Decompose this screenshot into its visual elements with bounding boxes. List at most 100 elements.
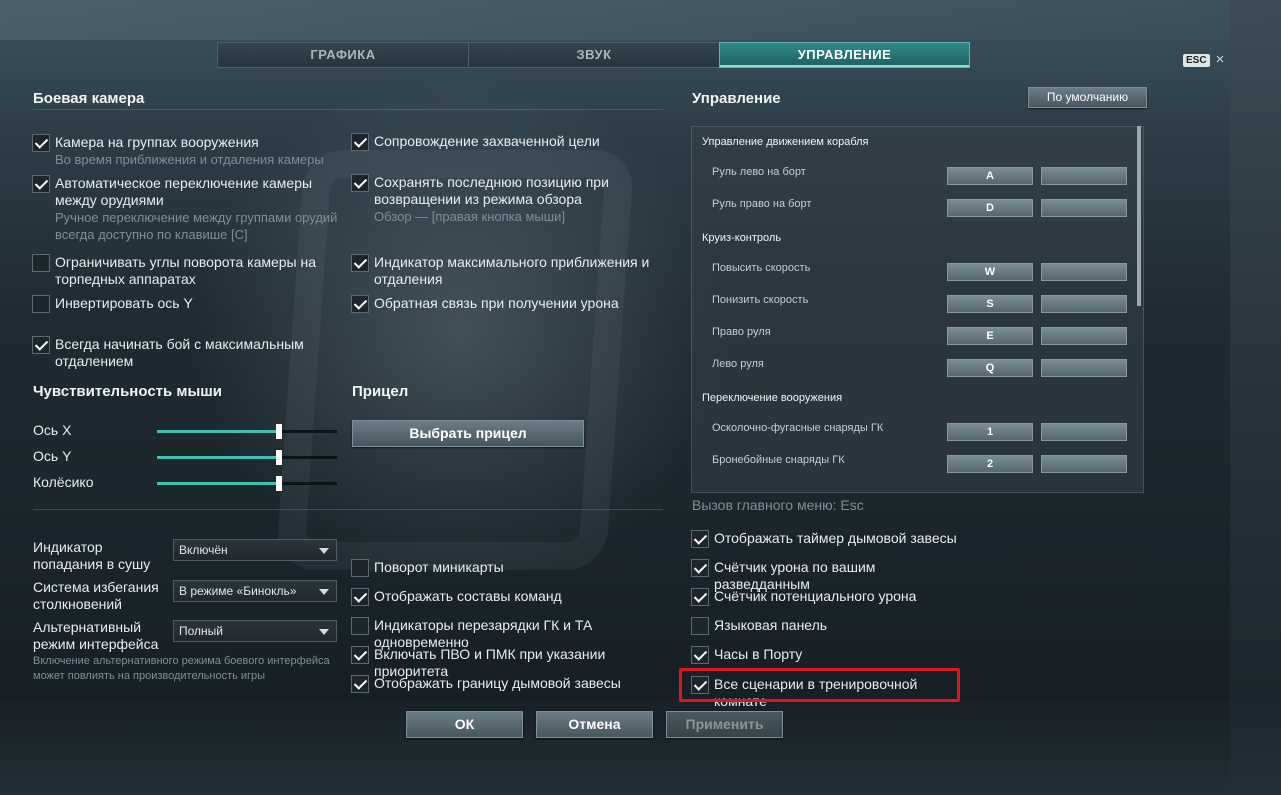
checkbox-box[interactable] — [691, 676, 709, 694]
dropdown-collision-avoidance[interactable]: В режиме «Бинокль» — [173, 580, 337, 602]
primary-key-button[interactable]: D — [947, 199, 1033, 217]
checkbox-box[interactable] — [351, 254, 369, 272]
checkbox-save-last-position[interactable]: Сохранять последнюю позицию при возвраще… — [351, 174, 651, 225]
slider-track[interactable] — [157, 450, 337, 465]
checkbox-box[interactable] — [32, 175, 50, 193]
checkbox-label: Индикатор максимального приближения и от… — [374, 254, 650, 287]
checkbox-smoke-timer[interactable]: Отображать таймер дымовой завесы — [691, 530, 971, 548]
checkbox-hint: Обзор — [правая кнопка мыши] — [374, 209, 566, 224]
checkbox-track-target[interactable]: Сопровождение захваченной цели — [351, 133, 651, 151]
checkbox-box[interactable] — [691, 617, 709, 635]
checkbox-language-bar[interactable]: Языковая панель — [691, 617, 971, 635]
checkbox-camera-weapon-groups[interactable]: Камера на группах вооружения Во время при… — [32, 134, 342, 168]
primary-key-button[interactable]: E — [947, 327, 1033, 345]
checkbox-box[interactable] — [691, 559, 709, 577]
checkbox-auto-switch-camera[interactable]: Автоматическое переключение камеры между… — [32, 175, 342, 243]
slider-thumb[interactable] — [276, 476, 283, 491]
slider-label: Колёсико — [33, 474, 94, 490]
checkbox-box[interactable] — [351, 295, 369, 313]
chevron-down-icon — [319, 629, 329, 635]
keybind-row: Осколочно-фугасные снаряды ГК 1 — [692, 415, 1132, 447]
checkbox-box[interactable] — [691, 646, 709, 664]
checkbox-label: Часы в Порту — [714, 646, 803, 662]
checkbox-box[interactable] — [691, 530, 709, 548]
checkbox-box[interactable] — [351, 559, 369, 577]
secondary-key-button[interactable] — [1041, 263, 1127, 281]
primary-key-button[interactable]: 2 — [947, 455, 1033, 473]
tab-controls[interactable]: УПРАВЛЕНИЕ — [719, 42, 970, 68]
primary-key-button[interactable]: S — [947, 295, 1033, 313]
checkbox-box[interactable] — [351, 133, 369, 151]
checkbox-box[interactable] — [351, 174, 369, 192]
secondary-key-button[interactable] — [1041, 455, 1127, 473]
checkbox-port-clock[interactable]: Часы в Порту — [691, 646, 971, 664]
dropdown-alt-interface[interactable]: Полный — [173, 620, 337, 642]
secondary-key-button[interactable] — [1041, 199, 1127, 217]
checkbox-invert-y[interactable]: Инвертировать ось Y — [32, 295, 342, 313]
slider-track[interactable] — [157, 476, 337, 491]
secondary-key-button[interactable] — [1041, 167, 1127, 185]
keybind-name: Лево руля — [712, 358, 764, 370]
slider-axis-x[interactable]: Ось X — [33, 421, 343, 441]
close-icon[interactable]: × — [1216, 52, 1225, 67]
background-right-panel — [1230, 0, 1281, 795]
checkbox-minimap-rotation[interactable]: Поворот миникарты — [351, 559, 676, 577]
secondary-key-button[interactable] — [1041, 327, 1127, 345]
section-divider — [33, 509, 663, 510]
primary-key-button[interactable]: A — [947, 167, 1033, 185]
secondary-key-button[interactable] — [1041, 295, 1127, 313]
keybind-scrollbar[interactable] — [1137, 126, 1141, 306]
keybind-row: Право руля E — [692, 319, 1132, 351]
dropdown-label: Система избегания столкновений — [33, 579, 159, 612]
checkbox-limit-torpedo-camera[interactable]: Ограничивать углы поворота камеры на тор… — [32, 254, 342, 288]
checkbox-damage-feedback[interactable]: Обратная связь при получении урона — [351, 295, 651, 313]
keybind-row: Повысить скорость W — [692, 255, 1132, 287]
dropdown-ground-hit-indicator[interactable]: Включён — [173, 539, 337, 561]
secondary-key-button[interactable] — [1041, 359, 1127, 377]
slider-thumb[interactable] — [276, 450, 283, 465]
slider-thumb[interactable] — [276, 424, 283, 439]
slider-wheel[interactable]: Колёсико — [33, 473, 343, 493]
checkbox-box[interactable] — [32, 336, 50, 354]
slider-track[interactable] — [157, 424, 337, 439]
tab-sound[interactable]: ЗВУК — [468, 42, 719, 68]
checkbox-box[interactable] — [351, 588, 369, 606]
dropdown-value: Включён — [179, 543, 228, 557]
esc-key-badge: ESC — [1183, 53, 1210, 67]
reset-defaults-button[interactable]: По умолчанию — [1028, 87, 1147, 108]
primary-key-button[interactable]: W — [947, 263, 1033, 281]
checkbox-team-rosters[interactable]: Отображать составы команд — [351, 588, 676, 606]
checkbox-box[interactable] — [32, 295, 50, 313]
checkbox-label: Отображать границу дымовой завесы — [374, 675, 621, 691]
primary-key-button[interactable]: 1 — [947, 423, 1033, 441]
checkbox-box[interactable] — [32, 254, 50, 272]
chevron-down-icon — [319, 548, 329, 554]
apply-button[interactable]: Применить — [666, 711, 783, 738]
checkbox-box[interactable] — [32, 134, 50, 152]
dropdown-label: Альтернативный режим интерфейса — [33, 619, 159, 652]
choose-sight-button[interactable]: Выбрать прицел — [352, 420, 584, 447]
checkbox-zoom-indicator[interactable]: Индикатор максимального приближения и от… — [351, 254, 651, 288]
primary-key-button[interactable]: Q — [947, 359, 1033, 377]
checkbox-label: Счётчик потенциального урона — [714, 588, 917, 604]
ok-button[interactable]: ОК — [406, 711, 523, 738]
cancel-button[interactable]: Отмена — [536, 711, 653, 738]
close-control[interactable]: ESC × — [1183, 52, 1225, 67]
tab-graphics[interactable]: ГРАФИКА — [217, 42, 468, 68]
checkbox-smoke-border[interactable]: Отображать границу дымовой завесы — [351, 675, 676, 693]
dropdown-value: В режиме «Бинокль» — [179, 584, 297, 598]
secondary-key-button[interactable] — [1041, 423, 1127, 441]
checkbox-max-zoom-start[interactable]: Всегда начинать бой с максимальным отдал… — [32, 336, 342, 370]
background-top-strip — [0, 0, 1281, 40]
sight-title: Прицел — [352, 383, 409, 400]
keybind-list: Управление движением корабля Руль лево н… — [691, 126, 1144, 493]
battle-camera-title: Боевая камера — [33, 90, 145, 107]
checkbox-box[interactable] — [351, 617, 369, 635]
checkbox-training-room-scenarios[interactable]: Все сценарии в тренировочной комнате — [691, 676, 971, 710]
checkbox-box[interactable] — [351, 646, 369, 664]
checkbox-box[interactable] — [691, 588, 709, 606]
slider-axis-y[interactable]: Ось Y — [33, 447, 343, 467]
checkbox-potential-damage[interactable]: Счётчик потенциального урона — [691, 588, 971, 606]
checkbox-box[interactable] — [351, 675, 369, 693]
dropdown-value: Полный — [179, 624, 223, 638]
